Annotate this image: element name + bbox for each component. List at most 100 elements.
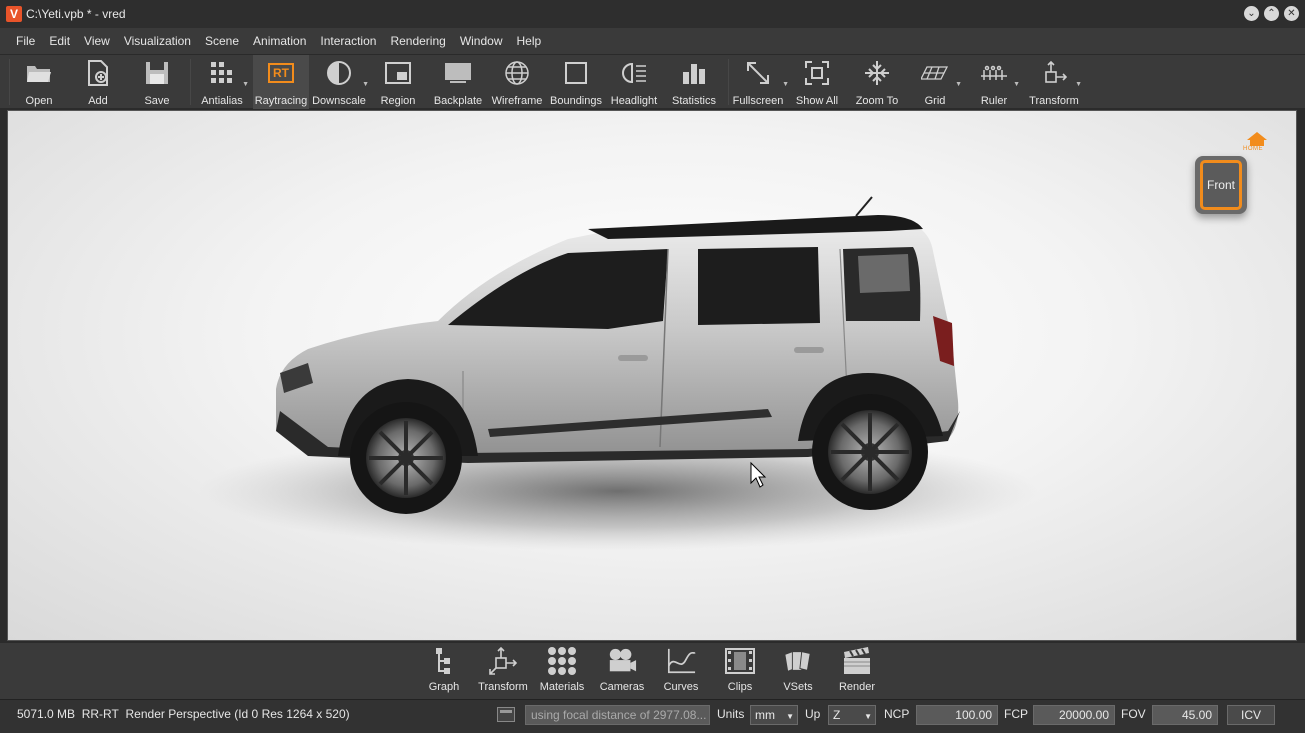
menu-edit[interactable]: Edit: [42, 34, 77, 48]
boundings-label: Boundings: [550, 95, 602, 107]
wireframe-button[interactable]: Wireframe: [491, 55, 543, 109]
toolbar-separator: [728, 59, 729, 105]
vred-logo-icon: V: [6, 6, 22, 22]
curves-label: Curves: [663, 681, 699, 693]
statistics-button[interactable]: Statistics: [668, 55, 720, 109]
graph-label: Graph: [428, 681, 460, 693]
boundings-button[interactable]: Boundings: [549, 55, 603, 109]
open-button[interactable]: Open: [20, 55, 58, 109]
ncp-input[interactable]: 100.00: [916, 705, 998, 725]
up-axis-select[interactable]: Z ▼: [828, 705, 876, 725]
menu-visualization[interactable]: Visualization: [117, 34, 198, 48]
menu-help[interactable]: Help: [510, 34, 549, 48]
icv-button[interactable]: ICV: [1227, 705, 1275, 725]
variant-sets-cards-icon: [783, 646, 813, 676]
materials-button[interactable]: Materials: [532, 646, 592, 693]
statistics-label: Statistics: [671, 95, 716, 107]
show-all-icon: [803, 59, 831, 87]
menu-view[interactable]: View: [77, 34, 117, 48]
fcp-input[interactable]: 20000.00: [1033, 705, 1115, 725]
navcube-face[interactable]: Front: [1195, 156, 1247, 214]
clapperboard-icon: [842, 646, 872, 676]
terminal-icon[interactable]: [497, 707, 515, 722]
region-label: Region: [380, 95, 416, 107]
fullscreen-dropdown-icon[interactable]: ▼: [782, 81, 789, 88]
minimize-button[interactable]: ⌄: [1244, 6, 1259, 21]
menu-scene[interactable]: Scene: [198, 34, 246, 48]
zoom-to-icon: [863, 59, 891, 87]
headlight-button[interactable]: Headlight: [609, 55, 659, 109]
floppy-disk-icon: [143, 59, 171, 87]
backplate-icon: [444, 59, 472, 87]
ruler-button[interactable]: Ruler ▼: [976, 55, 1020, 109]
zoom-to-button[interactable]: Zoom To: [854, 55, 900, 109]
window-controls: ⌄ ⌃ ✕: [1244, 6, 1299, 21]
render-info: Render Perspective (Id 0 Res 1264 x 520): [125, 707, 350, 721]
transform-icon: [1040, 59, 1068, 87]
fullscreen-button[interactable]: Fullscreen ▼: [733, 55, 789, 109]
headlight-icon: [620, 59, 648, 87]
film-clip-icon: [725, 646, 755, 676]
show-all-button[interactable]: Show All: [795, 55, 839, 109]
camera-icon: [607, 646, 637, 676]
units-select[interactable]: mm ▼: [750, 705, 798, 725]
close-button[interactable]: ✕: [1284, 6, 1299, 21]
add-button[interactable]: Add: [80, 55, 116, 109]
menu-window[interactable]: Window: [453, 34, 510, 48]
folder-open-icon: [25, 59, 53, 87]
antialias-button[interactable]: Antialias ▼: [199, 55, 249, 109]
clips-button[interactable]: Clips: [710, 646, 770, 693]
menu-rendering[interactable]: Rendering: [383, 34, 452, 48]
ncp-label: NCP: [884, 707, 910, 721]
antialias-label: Antialias: [201, 95, 243, 107]
up-label: Up: [805, 707, 821, 721]
downscale-dropdown-icon[interactable]: ▼: [362, 81, 369, 88]
transform-dropdown-icon[interactable]: ▼: [1075, 81, 1082, 88]
fov-label: FOV: [1121, 707, 1146, 721]
vsets-button[interactable]: VSets: [768, 646, 828, 693]
dock-transform-button[interactable]: Transform: [473, 646, 533, 693]
antialias-grid-icon: [208, 59, 236, 87]
ruler-icon: [980, 59, 1008, 87]
grid-button[interactable]: Grid ▼: [918, 55, 962, 109]
menu-animation[interactable]: Animation: [246, 34, 313, 48]
navcube-front-label: Front: [1206, 178, 1235, 192]
antialias-dropdown-icon[interactable]: ▼: [242, 81, 249, 88]
curves-button[interactable]: Curves: [651, 646, 711, 693]
render-button[interactable]: Render: [827, 646, 887, 693]
chevron-down-icon: ▼: [864, 712, 872, 721]
maximize-button[interactable]: ⌃: [1264, 6, 1279, 21]
menu-file[interactable]: File: [9, 34, 42, 48]
transform-button[interactable]: Transform ▼: [1028, 55, 1082, 109]
bar-chart-icon: [680, 59, 708, 87]
home-icon[interactable]: HOME: [1243, 131, 1271, 155]
main-toolbar: Open Add Save Antialias ▼ RT Raytracing …: [0, 54, 1305, 109]
clips-label: Clips: [727, 681, 753, 693]
grid-dropdown-icon[interactable]: ▼: [955, 81, 962, 88]
backplate-button[interactable]: Backplate: [432, 55, 484, 109]
status-message: using focal distance of 2977.08...: [525, 705, 710, 725]
fov-input[interactable]: 45.00: [1152, 705, 1218, 725]
ruler-dropdown-icon[interactable]: ▼: [1013, 81, 1020, 88]
save-button[interactable]: Save: [139, 55, 175, 109]
graph-button[interactable]: Graph: [414, 646, 474, 693]
vsets-label: VSets: [783, 681, 813, 693]
downscale-label: Downscale: [312, 95, 366, 107]
view-navigation-cube[interactable]: HOME Front: [1195, 132, 1267, 216]
chevron-down-icon: ▼: [786, 712, 794, 721]
render-label: Render: [838, 681, 876, 693]
region-button[interactable]: Region: [378, 55, 418, 109]
boundings-box-icon: [562, 59, 590, 87]
window-title: C:\Yeti.vpb * - vred: [26, 7, 126, 21]
open-label: Open: [25, 95, 53, 107]
units-label: Units: [717, 707, 745, 721]
menu-interaction[interactable]: Interaction: [313, 34, 383, 48]
downscale-button[interactable]: Downscale ▼: [311, 55, 369, 109]
cameras-button[interactable]: Cameras: [592, 646, 652, 693]
render-viewport[interactable]: HOME Front: [7, 110, 1297, 641]
add-label: Add: [88, 95, 108, 107]
raytracing-button[interactable]: RT Raytracing: [253, 55, 309, 109]
menu-bar: File Edit View Visualization Scene Anima…: [0, 28, 1305, 54]
ruler-label: Ruler: [980, 95, 1008, 107]
status-info: 5071.0 MB RR-RT Render Perspective (Id 0…: [17, 707, 350, 721]
